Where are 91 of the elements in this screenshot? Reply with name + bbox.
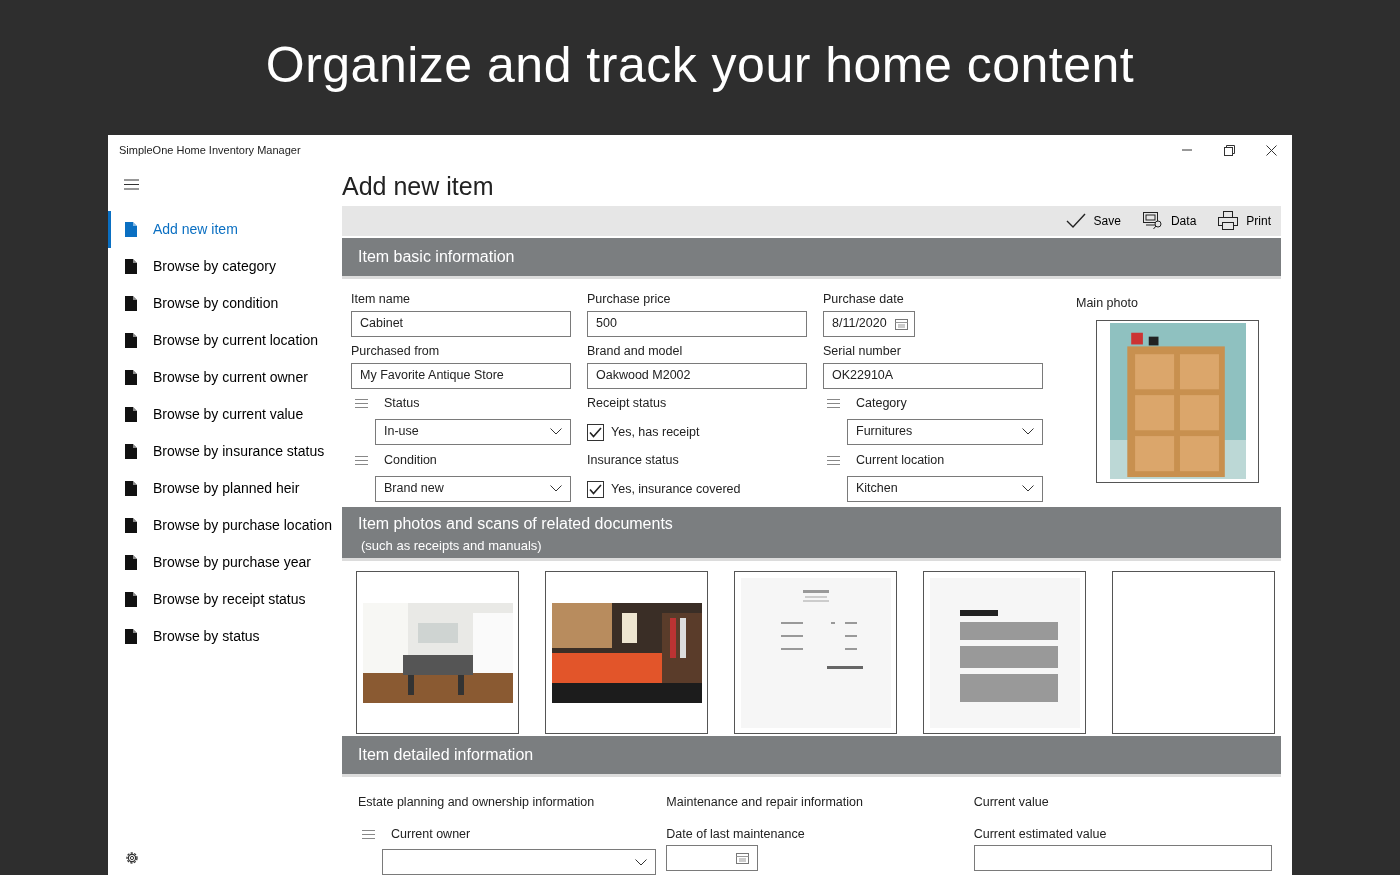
field-label: Receipt status bbox=[587, 395, 667, 413]
drag-handle-icon bbox=[827, 399, 840, 408]
group-title: Current value bbox=[973, 793, 1050, 811]
monitor-search-icon bbox=[1142, 211, 1163, 230]
sidebar-item[interactable]: Browse by planned heir bbox=[108, 470, 342, 507]
document-icon bbox=[125, 481, 137, 496]
field-label: Current location bbox=[856, 452, 945, 470]
sidebar-item[interactable]: Browse by insurance status bbox=[108, 433, 342, 470]
document-icon bbox=[125, 592, 137, 607]
text-field[interactable]: Cabinet bbox=[351, 310, 571, 337]
print-button[interactable]: Print bbox=[1218, 211, 1271, 230]
save-button[interactable]: Save bbox=[1065, 211, 1121, 230]
drag-handle-icon bbox=[827, 456, 840, 465]
dropdown[interactable]: Furnitures bbox=[847, 418, 1043, 445]
sidebar-item[interactable]: Browse by purchase year bbox=[108, 544, 342, 581]
close-icon bbox=[1265, 144, 1277, 156]
chevron-down-icon bbox=[1022, 485, 1034, 492]
document-icon bbox=[125, 370, 137, 385]
photo-frame[interactable] bbox=[545, 571, 708, 734]
field-label: Condition bbox=[384, 452, 437, 470]
field-label: Insurance status bbox=[587, 452, 679, 470]
sidebar-item[interactable]: Browse by category bbox=[108, 248, 342, 285]
field-label: Main photo bbox=[1076, 295, 1139, 313]
text-field[interactable]: 500 bbox=[587, 310, 807, 337]
calendar-icon bbox=[894, 317, 908, 330]
dropdown[interactable] bbox=[382, 849, 656, 875]
text-field[interactable] bbox=[973, 845, 1272, 871]
sidebar-item[interactable]: Browse by status bbox=[108, 618, 342, 655]
drag-handle-icon bbox=[362, 829, 375, 839]
chevron-down-icon bbox=[635, 858, 647, 866]
dropdown[interactable]: Kitchen bbox=[847, 475, 1043, 502]
text-field[interactable]: Oakwood M2002 bbox=[587, 362, 807, 389]
text-field[interactable]: My Favorite Antique Store bbox=[351, 362, 571, 389]
sidebar-item[interactable]: Browse by current value bbox=[108, 396, 342, 433]
field-label: Purchased from bbox=[351, 343, 440, 361]
checkbox[interactable]: Yes, insurance covered bbox=[587, 476, 807, 503]
field-label: Current owner bbox=[391, 825, 471, 843]
section-title: Item photos and scans of related documents bbox=[358, 514, 673, 532]
chevron-down-icon bbox=[550, 428, 562, 435]
photo-frame[interactable] bbox=[356, 571, 519, 734]
drag-handle-icon bbox=[355, 456, 368, 465]
headline: Organize and track your home content bbox=[265, 36, 1135, 95]
check-icon bbox=[589, 484, 602, 495]
field-label: Purchase price bbox=[587, 291, 671, 309]
photo-frame[interactable] bbox=[1096, 319, 1259, 483]
field-label: Date of last maintenance bbox=[666, 825, 805, 843]
sidebar-item[interactable]: Browse by condition bbox=[108, 285, 342, 322]
sidebar-item[interactable]: Browse by current location bbox=[108, 322, 342, 359]
field-label: Serial number bbox=[823, 343, 901, 361]
restore-icon bbox=[1223, 144, 1235, 156]
section-subtitle: (such as receipts and manuals) bbox=[360, 536, 543, 555]
text-field[interactable]: OK22910A bbox=[823, 362, 1043, 389]
document-icon bbox=[125, 555, 137, 570]
checkmark-icon bbox=[1065, 212, 1086, 229]
sidebar-item[interactable]: Browse by receipt status bbox=[108, 581, 342, 618]
date-picker[interactable]: 8/11/2020 bbox=[823, 310, 915, 337]
sidebar-item[interactable]: Browse by current owner bbox=[108, 359, 342, 396]
group-title: Estate planning and ownership information bbox=[358, 793, 596, 811]
dropdown[interactable]: Brand new bbox=[375, 475, 571, 502]
document-icon bbox=[125, 259, 137, 274]
field-label: Current estimated value bbox=[973, 825, 1107, 843]
document-icon bbox=[125, 629, 137, 644]
document-icon bbox=[125, 444, 137, 459]
chevron-down-icon bbox=[550, 485, 562, 492]
page-title: Add new item bbox=[342, 172, 494, 200]
group-title: Maintenance and repair information bbox=[666, 793, 864, 811]
field-label: Purchase date bbox=[823, 291, 904, 309]
data-button[interactable]: Data bbox=[1142, 211, 1197, 230]
field-label: Item name bbox=[351, 291, 411, 309]
section-header: Item detailed information bbox=[342, 736, 1281, 777]
document-icon bbox=[125, 296, 137, 311]
drag-handle-icon bbox=[355, 399, 368, 408]
field-label: Category bbox=[856, 395, 907, 413]
sidebar-item[interactable]: Browse by purchase location bbox=[108, 507, 342, 544]
document-icon bbox=[125, 407, 137, 422]
document-icon bbox=[125, 518, 137, 533]
check-icon bbox=[589, 427, 602, 438]
field-label: Brand and model bbox=[587, 343, 683, 361]
document-icon bbox=[125, 333, 137, 348]
field-label: Status bbox=[384, 395, 420, 413]
settings-icon[interactable] bbox=[124, 850, 140, 867]
date-picker[interactable] bbox=[666, 845, 759, 871]
section-header: Item basic information bbox=[342, 237, 1281, 279]
printer-icon bbox=[1218, 211, 1239, 230]
document-icon bbox=[125, 222, 137, 237]
calendar-icon bbox=[736, 852, 750, 864]
dropdown[interactable]: In-use bbox=[375, 418, 571, 445]
photo-frame[interactable] bbox=[1112, 571, 1275, 734]
window-title: SimpleOne Home Inventory Manager bbox=[119, 142, 301, 158]
checkbox[interactable]: Yes, has receipt bbox=[587, 419, 807, 446]
chevron-down-icon bbox=[1022, 428, 1034, 435]
